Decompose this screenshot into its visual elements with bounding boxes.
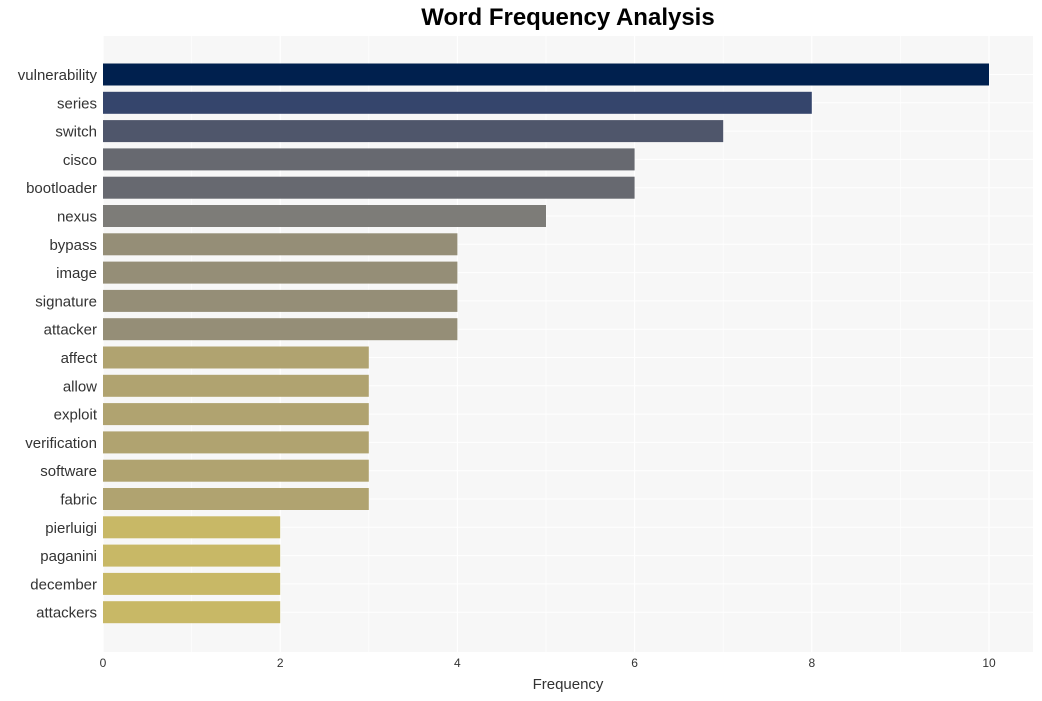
bar-cisco <box>103 148 635 171</box>
bar-signature <box>103 289 458 312</box>
x-tick-2: 2 <box>277 656 284 670</box>
bar-nexus <box>103 205 546 227</box>
bar-attacker <box>103 318 458 341</box>
bar-december <box>103 572 281 595</box>
y-label-cisco: cisco <box>63 152 97 169</box>
x-axis-label: Frequency <box>533 676 604 693</box>
x-axis-ticks: 0 2 4 6 8 10 <box>100 656 996 670</box>
y-label-vulnerability: vulnerability <box>18 67 98 84</box>
bar-affect <box>103 346 369 369</box>
bar-software <box>103 459 369 482</box>
y-label-december: december <box>30 576 97 593</box>
bar-verification <box>103 431 369 454</box>
y-label-attacker: attacker <box>44 322 97 339</box>
y-axis-labels: vulnerability series switch cisco bootloader… <box>18 67 98 622</box>
x-tick-0: 0 <box>100 656 107 670</box>
y-label-software: software <box>40 463 97 480</box>
y-label-attackers: attackers <box>36 605 97 622</box>
bar-allow <box>103 374 369 397</box>
y-label-switch: switch <box>55 124 97 141</box>
y-label-allow: allow <box>63 378 97 395</box>
y-label-nexus: nexus <box>57 209 97 226</box>
y-label-paganini: paganini <box>40 548 97 565</box>
bar-pierluigi <box>103 516 281 539</box>
y-label-bootloader: bootloader <box>26 180 97 197</box>
x-tick-4: 4 <box>454 656 461 670</box>
bar-paganini <box>103 544 281 567</box>
bar-exploit <box>103 403 369 426</box>
bar-bypass <box>103 233 458 256</box>
x-tick-6: 6 <box>631 656 638 670</box>
bar-bootloader <box>103 176 635 199</box>
y-label-image: image <box>56 265 97 282</box>
bar-vulnerability <box>103 63 989 86</box>
x-tick-8: 8 <box>808 656 815 670</box>
bar-fabric <box>103 488 369 510</box>
y-label-signature: signature <box>35 293 97 310</box>
bar-series <box>103 91 812 114</box>
bar-chart: vulnerability series switch cisco bootloader… <box>18 36 1033 693</box>
bar-image <box>103 261 458 284</box>
x-tick-10: 10 <box>982 656 996 670</box>
y-label-verification: verification <box>25 435 97 452</box>
y-label-exploit: exploit <box>54 407 98 424</box>
y-label-affect: affect <box>61 350 98 367</box>
bar-switch <box>103 120 724 143</box>
y-label-fabric: fabric <box>60 492 97 509</box>
y-label-series: series <box>57 95 97 112</box>
bar-attackers <box>103 601 281 624</box>
y-label-bypass: bypass <box>49 237 97 254</box>
y-label-pierluigi: pierluigi <box>45 520 97 537</box>
